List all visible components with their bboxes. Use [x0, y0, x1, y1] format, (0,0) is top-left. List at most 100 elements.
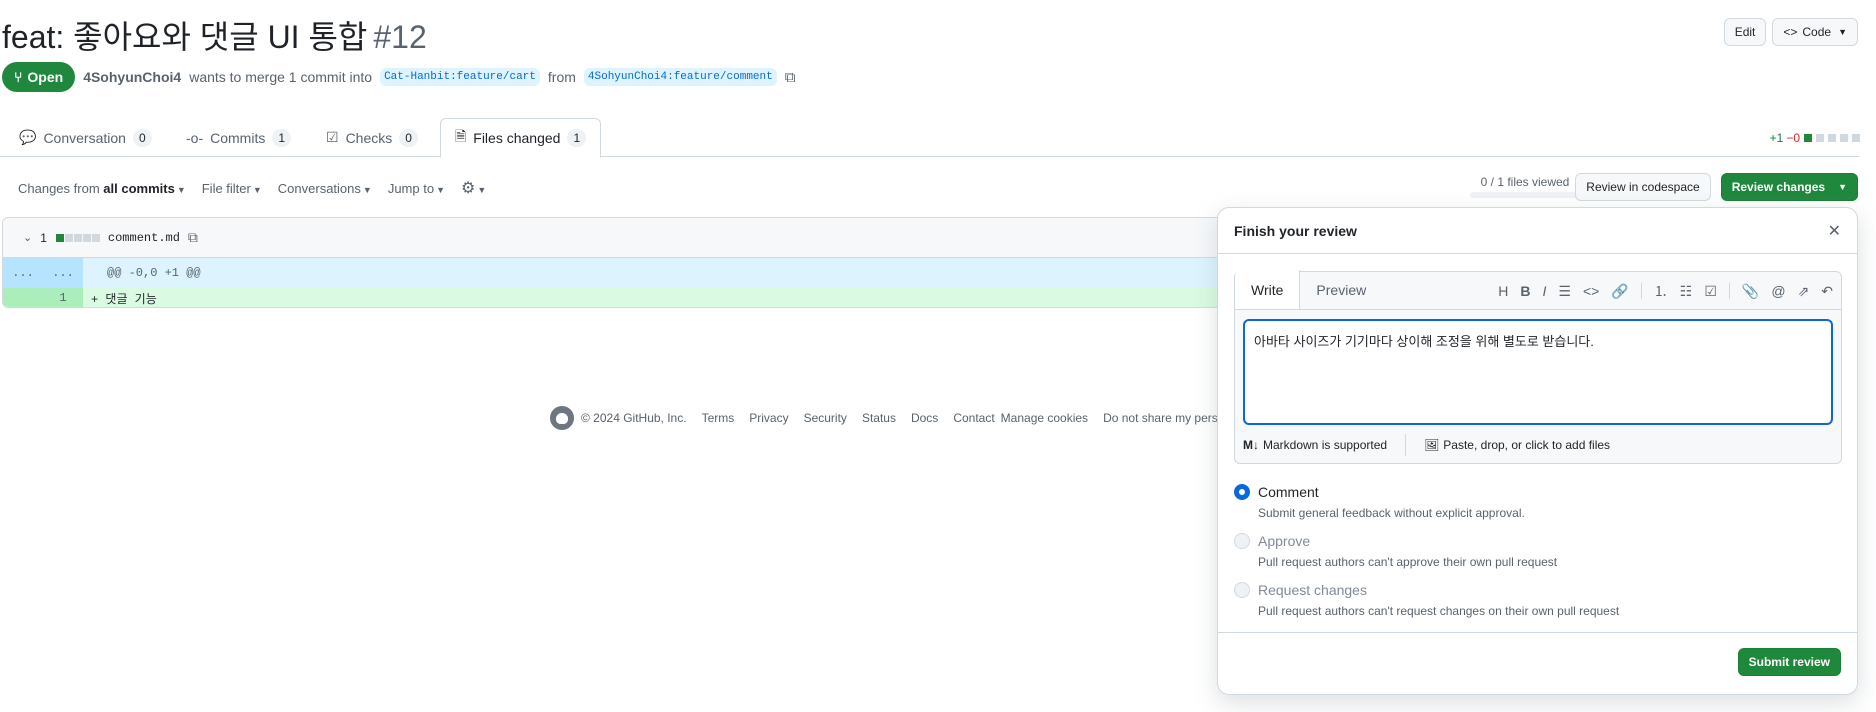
- diffstat-block: [1852, 134, 1860, 142]
- diff-file: ⌄ 1 comment.md ⧉ ... ... @@ -0,0 +1 @@ 1…: [2, 217, 1242, 308]
- heading-icon[interactable]: H: [1498, 283, 1508, 299]
- close-icon[interactable]: ✕: [1828, 221, 1841, 241]
- additions-count: +1: [1769, 131, 1784, 145]
- edit-button[interactable]: Edit: [1723, 18, 1767, 46]
- caret-down-icon: ▼: [252, 184, 262, 195]
- mention-icon[interactable]: @: [1771, 283, 1785, 299]
- caret-down-icon: ▼: [362, 184, 372, 195]
- option-row: Approve: [1234, 533, 1619, 549]
- files-viewed-progress: [1470, 192, 1580, 198]
- link-icon[interactable]: 🔗: [1611, 283, 1628, 300]
- option-label: Approve: [1258, 533, 1311, 549]
- footer-link-terms[interactable]: Terms: [702, 411, 735, 425]
- unordered-list-icon[interactable]: ☷: [1680, 283, 1693, 300]
- diffstat-block: [73, 233, 82, 242]
- ordered-list-icon[interactable]: ⒈: [1654, 281, 1668, 301]
- tab-files-changed[interactable]: 🗎 Files changed 1: [440, 118, 602, 158]
- state-label: Open: [27, 69, 64, 85]
- review-options: Comment Submit general feedback without …: [1234, 484, 1619, 631]
- tab-counter: 1: [272, 128, 292, 147]
- file-name[interactable]: comment.md: [108, 231, 180, 245]
- toolbar-divider: [1640, 283, 1642, 299]
- jump-to-dropdown[interactable]: Jump to ▼: [388, 181, 445, 196]
- option-description: Pull request authors can't approve their…: [1258, 555, 1558, 569]
- tab-counter: 0: [132, 128, 152, 147]
- tab-label: Checks: [345, 129, 393, 146]
- option-comment[interactable]: Comment Submit general feedback without …: [1234, 484, 1619, 520]
- footer-link-security[interactable]: Security: [804, 411, 847, 425]
- bold-icon[interactable]: B: [1520, 283, 1530, 299]
- footer-link-contact[interactable]: Contact: [953, 411, 994, 425]
- checklist-icon: ☑: [326, 129, 339, 145]
- tab-commits[interactable]: -o- Commits 1: [172, 118, 305, 157]
- copy-icon[interactable]: ⧉: [188, 229, 198, 246]
- option-approve: Approve Pull request authors can't appro…: [1234, 533, 1619, 569]
- pull-request-icon: ⑂: [14, 69, 23, 85]
- diffstat-block: [82, 233, 91, 242]
- commit-icon: -o-: [186, 129, 204, 146]
- code-icon[interactable]: <>: [1583, 283, 1599, 299]
- editor-footer: M↓ Markdown is supported 🖼 Paste, drop, or…: [1243, 434, 1610, 456]
- code-button[interactable]: <> Code ▼: [1772, 18, 1858, 46]
- footer-link-docs[interactable]: Docs: [911, 411, 938, 425]
- image-icon: 🖼: [1424, 438, 1440, 452]
- radio-comment[interactable]: [1234, 484, 1250, 500]
- changes-from-dropdown[interactable]: Changes from all commits ▼: [18, 181, 186, 196]
- head-branch[interactable]: 4SohyunChoi4:feature/comment: [583, 68, 777, 86]
- markdown-note[interactable]: M↓ Markdown is supported: [1243, 438, 1387, 452]
- footer: © 2024 GitHub, Inc. Terms Privacy Securi…: [550, 406, 1224, 430]
- option-description: Submit general feedback without explicit…: [1258, 506, 1525, 520]
- undo-icon[interactable]: ↶: [1821, 283, 1833, 300]
- conversations-dropdown[interactable]: Conversations ▼: [278, 181, 372, 196]
- markdown-note-label: Markdown is supported: [1263, 438, 1388, 452]
- file-filter-dropdown[interactable]: File filter ▼: [202, 181, 262, 196]
- tab-write[interactable]: Write: [1235, 270, 1301, 309]
- state-badge: ⑂ Open: [2, 62, 76, 92]
- copy-icon[interactable]: ⧉: [785, 69, 796, 86]
- expand-down-button[interactable]: ...: [43, 258, 83, 288]
- changes-prefix: Changes from: [18, 180, 100, 196]
- tab-checks[interactable]: ☑ Checks 0: [312, 118, 432, 157]
- footer-link-do-not-share[interactable]: Do not share my perso: [1103, 411, 1224, 425]
- review-body-textarea[interactable]: 아바타 사이즈가 기기마다 상이해 조정을 위해 별도로 받습니다.: [1243, 319, 1833, 425]
- pr-meta: ⑂ Open 4SohyunChoi4 wants to merge 1 com…: [2, 62, 795, 92]
- footer-link-status[interactable]: Status: [862, 411, 896, 425]
- italic-icon[interactable]: I: [1543, 283, 1547, 299]
- task-list-icon[interactable]: ☑: [1704, 283, 1717, 300]
- github-logo-icon[interactable]: [550, 406, 574, 430]
- merge-text: wants to merge 1 commit into: [189, 69, 373, 85]
- tab-counter: 0: [399, 128, 418, 147]
- finish-review-dialog: Finish your review ✕ Write Preview H B I…: [1217, 207, 1858, 695]
- file-changes-count: 1: [40, 230, 47, 245]
- footer-link-manage-cookies[interactable]: Manage cookies: [1001, 411, 1088, 425]
- author-link[interactable]: 4SohyunChoi4: [83, 69, 181, 85]
- caret-down-icon: ▼: [1838, 182, 1847, 192]
- hunk-header-row: ... ... @@ -0,0 +1 @@: [3, 258, 1241, 288]
- tab-label: Commits: [210, 129, 266, 146]
- chevron-down-icon[interactable]: ⌄: [23, 231, 32, 244]
- review-in-codespace-button[interactable]: Review in codespace: [1575, 173, 1711, 201]
- comment-editor: Write Preview H B I ☰ <> 🔗 ⒈ ☷ ☑ 📎 @ ⇗ ↶…: [1234, 270, 1842, 464]
- deletions-count: −0: [1786, 131, 1800, 145]
- submit-review-button[interactable]: Submit review: [1737, 648, 1841, 676]
- option-label: Comment: [1258, 484, 1319, 500]
- tab-conversation[interactable]: 💬 Conversation 0: [5, 118, 166, 157]
- footer-link-privacy[interactable]: Privacy: [749, 411, 788, 425]
- file-header: ⌄ 1 comment.md ⧉: [3, 218, 1241, 258]
- tab-counter: 1: [567, 129, 587, 147]
- diff-toolbar: Changes from all commits ▼ File filter ▼ C…: [18, 178, 486, 198]
- paperclip-icon[interactable]: 📎: [1742, 283, 1759, 300]
- pr-title: feat: 좋아요와 댓글 UI 통합 #12: [2, 12, 427, 58]
- expand-up-button[interactable]: ...: [3, 258, 43, 288]
- cross-reference-icon[interactable]: ⇗: [1798, 283, 1810, 300]
- attach-files[interactable]: 🖼 Paste, drop, or click to add files: [1424, 438, 1610, 452]
- line-content: + 댓글 기능: [91, 292, 157, 307]
- editor-tabs: Write Preview H B I ☰ <> 🔗 ⒈ ☷ ☑ 📎 @ ⇗ ↶: [1235, 270, 1841, 310]
- review-changes-button[interactable]: Review changes ▼: [1720, 173, 1858, 201]
- base-branch[interactable]: Cat-Hanbit:feature/cart: [380, 68, 540, 86]
- settings-dropdown[interactable]: ⚙ ▼: [461, 178, 486, 198]
- tab-preview[interactable]: Preview: [1300, 271, 1382, 309]
- quote-icon[interactable]: ☰: [1558, 283, 1571, 300]
- new-line-number[interactable]: 1: [43, 288, 83, 307]
- option-label: Request changes: [1258, 582, 1367, 598]
